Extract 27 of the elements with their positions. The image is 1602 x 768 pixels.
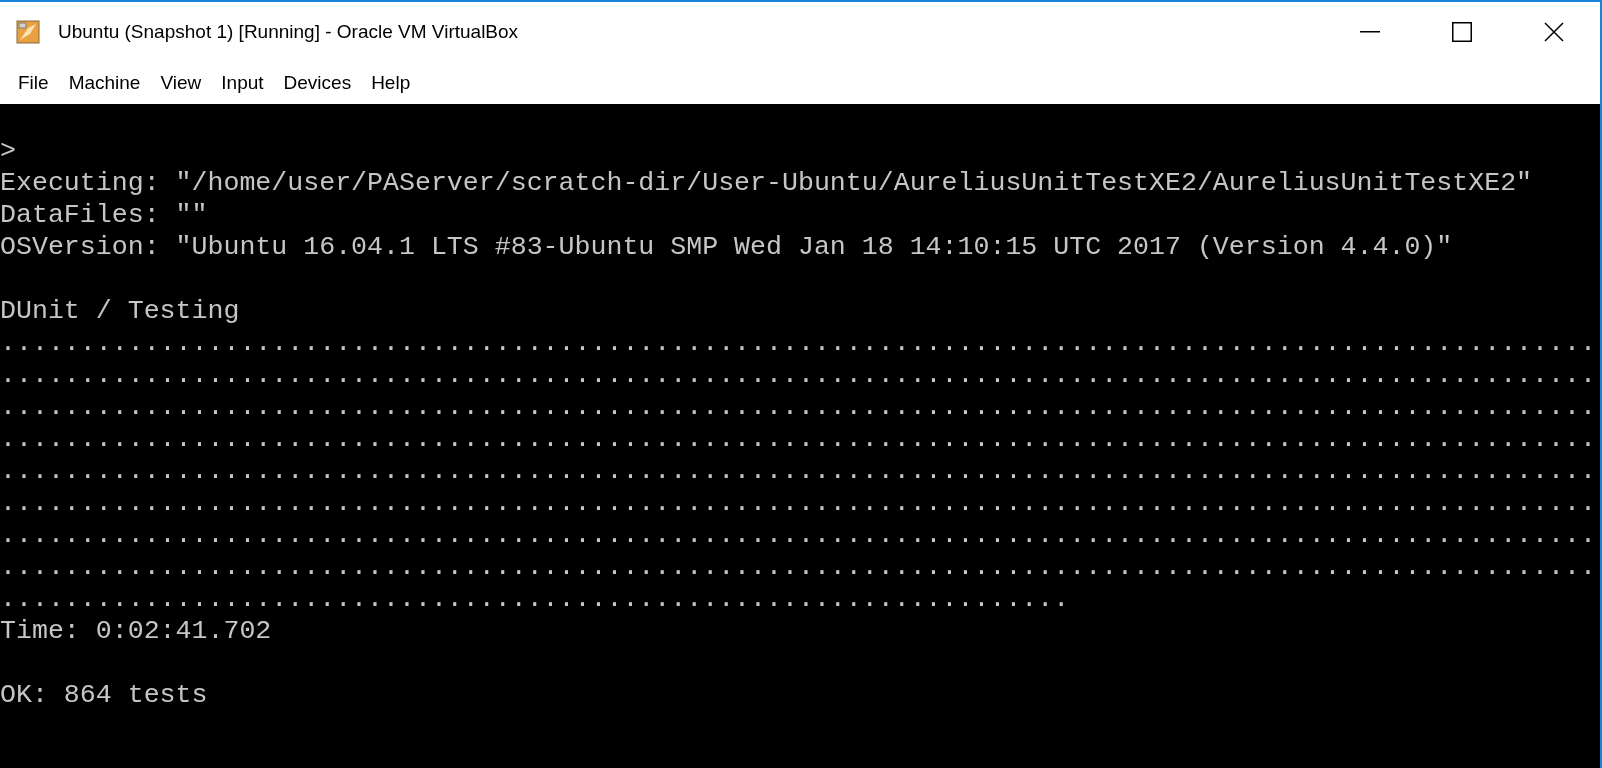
menu-item[interactable]: Help — [361, 68, 421, 98]
console-line: Time: 0:02:41.702 — [0, 615, 272, 647]
console-line: ................................................................... — [0, 583, 1070, 615]
console-line: .................................................................................................... — [0, 423, 1596, 455]
console-line: .................................................................................................... — [0, 487, 1596, 519]
console-line: DUnit / Testing — [0, 295, 240, 327]
console-line: .................................................................................................... — [0, 519, 1596, 551]
console-line: OK: 864 tests — [0, 679, 208, 711]
console-line: .................................................................................................... — [0, 455, 1596, 487]
maximize-icon — [1452, 22, 1472, 42]
menu-item[interactable]: View — [150, 68, 212, 98]
console-line: .................................................................................................... — [0, 551, 1596, 583]
console-line: DataFiles: "" — [0, 199, 208, 231]
menu-item[interactable]: Machine — [58, 68, 151, 98]
console-line: .................................................................................................... — [0, 327, 1596, 359]
close-icon — [1544, 22, 1564, 42]
console-line: .................................................................................................... — [0, 359, 1596, 391]
console-line: > — [0, 135, 16, 167]
menu-item[interactable]: File — [8, 68, 59, 98]
window-title: Ubuntu (Snapshot 1) [Running] - Oracle VM VirtualBox — [58, 19, 519, 44]
console-line: OSVersion: "Ubuntu 16.04.1 LTS #83-Ubuntu SMP Wed Jan 18 14:10:15 UTC 2017 (Version 4.4.0)" — [0, 231, 1453, 263]
menu-item[interactable]: Devices — [273, 68, 362, 98]
app-logo-icon — [16, 20, 40, 44]
minimize-icon — [1360, 31, 1380, 33]
console-line: Executing: "/home/user/PAServer/scratch-dir/User-Ubuntu/AureliusUnitTestXE2/AureliusUnitTestXE2" — [0, 167, 1533, 199]
console-line: .................................................................................................... — [0, 391, 1596, 423]
menu-item[interactable]: Input — [211, 68, 274, 98]
